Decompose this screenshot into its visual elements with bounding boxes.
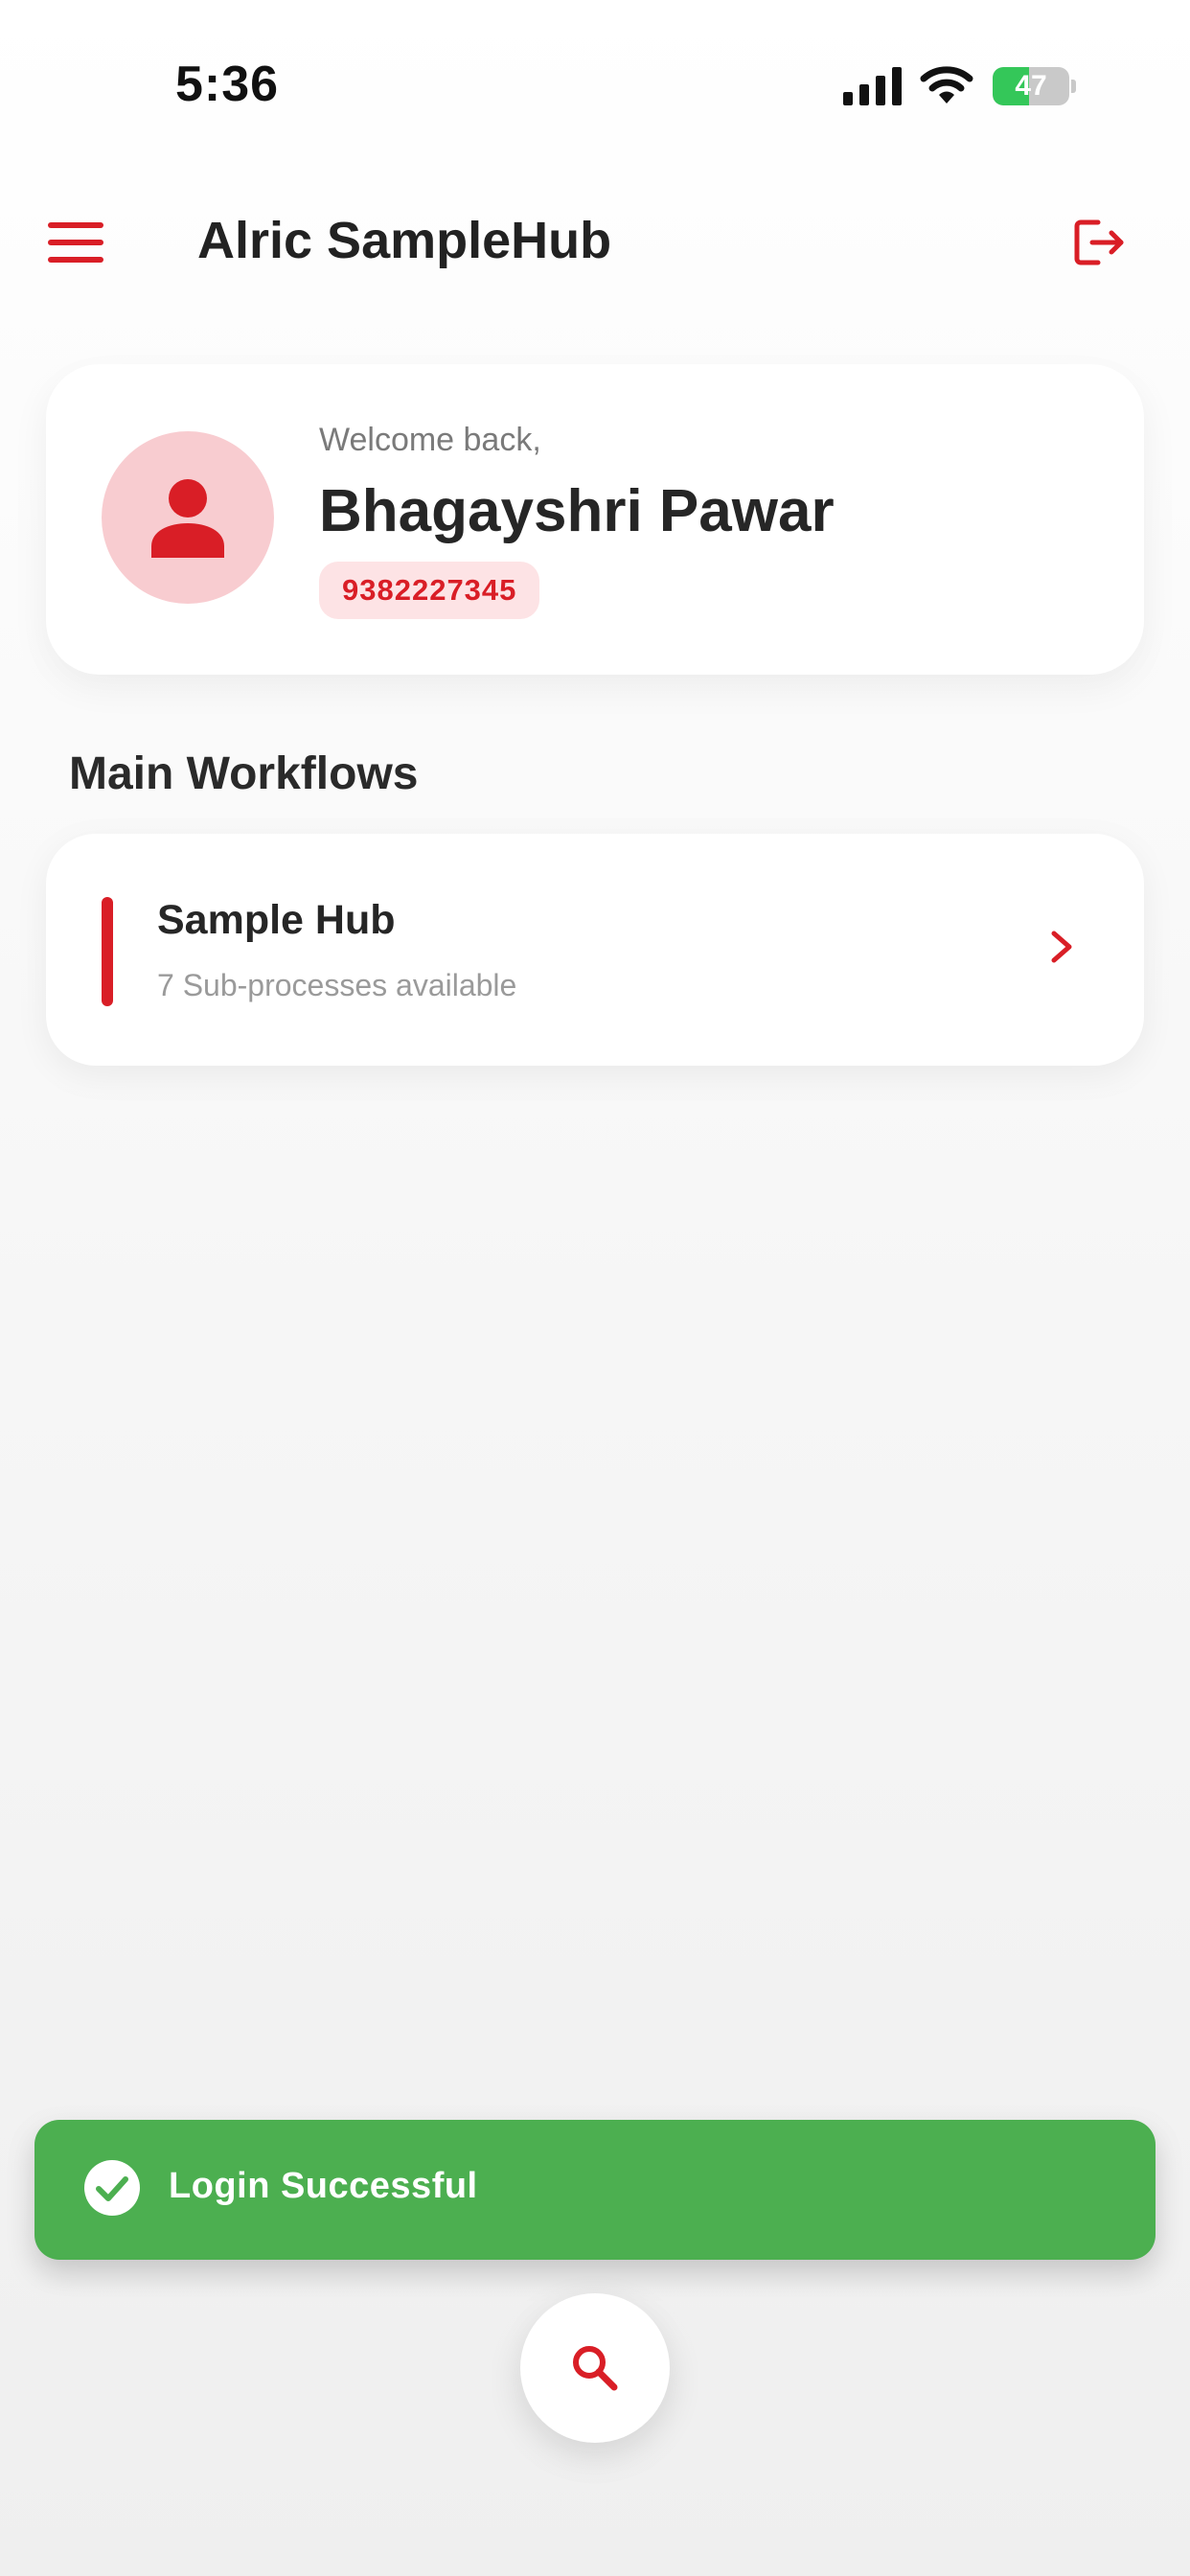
wifi-icon [920, 66, 973, 104]
app-title: Alric SampleHub [197, 212, 612, 269]
login-success-toast: Login Successful [34, 2120, 1156, 2260]
welcome-greeting: Welcome back, [319, 422, 541, 458]
phone-badge: 9382227345 [319, 562, 540, 619]
workflow-title: Sample Hub [157, 897, 396, 943]
battery-percent: 47 [1015, 70, 1047, 102]
cellular-signal-icon [843, 67, 902, 105]
app-bar: Alric SampleHub [0, 182, 1190, 307]
search-button[interactable] [520, 2293, 670, 2443]
check-circle-icon [84, 2160, 140, 2216]
accent-bar [102, 897, 113, 1006]
battery-icon: 47 [993, 67, 1077, 105]
logout-icon[interactable] [1065, 209, 1133, 276]
workflow-card-sample-hub[interactable]: Sample Hub 7 Sub-processes available [46, 834, 1144, 1066]
toast-message: Login Successful [169, 2166, 478, 2206]
user-name: Bhagayshri Pawar [319, 478, 835, 544]
workflow-subtitle: 7 Sub-processes available [157, 968, 517, 1002]
status-bar: 5:36 47 [0, 0, 1190, 163]
chevron-right-icon [1051, 931, 1072, 963]
search-icon [573, 2346, 618, 2391]
avatar [102, 431, 274, 604]
status-time: 5:36 [175, 57, 280, 112]
section-title: Main Workflows [69, 748, 419, 799]
welcome-card: Welcome back, Bhagayshri Pawar 938222734… [46, 364, 1144, 675]
person-icon [151, 479, 224, 558]
hamburger-menu-icon[interactable] [38, 209, 115, 276]
